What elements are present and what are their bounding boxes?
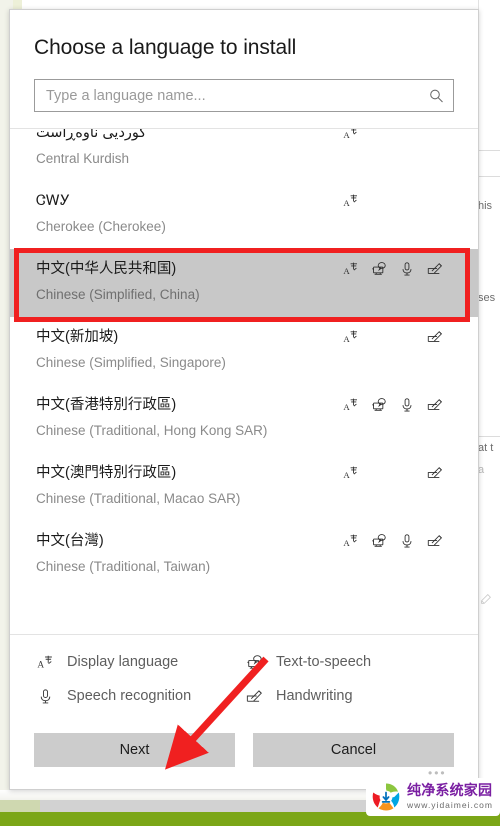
language-feature-icons: A: [342, 188, 454, 210]
svg-text:A: A: [343, 470, 350, 480]
legend-item: Handwriting: [245, 687, 454, 705]
handwriting-icon: [426, 464, 443, 482]
language-english-name: Chinese (Simplified, Singapore): [36, 355, 226, 370]
language-english-name: Cherokee (Cherokee): [36, 219, 166, 234]
background-text-fragment: at t: [478, 442, 494, 454]
language-feature-icons: A: [342, 460, 454, 482]
language-row[interactable]: 中文(中华人民共和国) Chinese (Simplified, China) A: [10, 249, 478, 317]
legend-label: Text-to-speech: [276, 654, 372, 670]
speech-recognition-icon: [398, 532, 415, 550]
language-english-name: Chinese (Traditional, Hong Kong SAR): [36, 423, 268, 438]
next-button[interactable]: Next: [34, 733, 235, 767]
language-native-name: 中文(香港特別行政區): [36, 397, 177, 413]
search-section: [10, 60, 478, 128]
legend-item: Speech recognition: [36, 687, 245, 705]
legend-label: Speech recognition: [67, 688, 192, 704]
language-english-name: Chinese (Traditional, Macao SAR): [36, 491, 241, 506]
language-native-name: 中文(中华人民共和国): [36, 261, 177, 277]
site-watermark: 纯净系统家园 www.yidaimei.com: [366, 778, 500, 816]
language-row[interactable]: 中文(香港特別行政區) Chinese (Traditional, Hong Ko…: [10, 385, 478, 453]
cancel-button[interactable]: Cancel: [253, 733, 454, 767]
legend-item: A Display language: [36, 653, 245, 671]
background-right-column: [478, 0, 500, 790]
text-to-speech-icon: [370, 532, 387, 550]
language-row-texts: کوردیی ناوەڕاست Central Kurdish: [36, 129, 146, 172]
legend-label: Handwriting: [276, 688, 353, 704]
background-handwriting-icon: [480, 592, 493, 608]
language-row-texts: 中文(中华人民共和国) Chinese (Simplified, China): [36, 256, 200, 308]
display-language-icon: A: [342, 464, 359, 482]
search-input[interactable]: [35, 80, 453, 111]
language-native-name: 中文(澳門特別行政區): [36, 465, 177, 481]
background-rule: [479, 176, 500, 177]
background-rule: [479, 436, 500, 437]
handwriting-icon: [426, 396, 443, 414]
legend-label: Display language: [67, 654, 179, 670]
display-language-icon: A: [342, 532, 359, 550]
language-row-texts: 中文(台灣) Chinese (Traditional, Taiwan): [36, 528, 210, 580]
display-language-icon: A: [342, 396, 359, 414]
speech-recognition-icon: [36, 687, 54, 705]
text-to-speech-icon: [370, 396, 387, 414]
language-english-name: Central Kurdish: [36, 151, 130, 166]
window-bottom-left-accent: [0, 800, 40, 812]
language-feature-icons: A: [342, 129, 454, 142]
background-rule: [479, 150, 500, 151]
handwriting-icon: [426, 532, 443, 550]
feature-legend: A Display language Text-to-speech Speech re…: [10, 634, 478, 719]
svg-text:A: A: [343, 538, 350, 548]
svg-text:A: A: [343, 334, 350, 344]
language-list[interactable]: کوردیی ناوەڕاست Central Kurdish A ᏣᎳᎩ Cherok…: [10, 129, 478, 634]
svg-text:A: A: [343, 130, 350, 140]
display-language-icon: A: [342, 192, 359, 210]
speech-recognition-icon: [398, 260, 415, 278]
language-row[interactable]: 中文(澳門特別行政區) Chinese (Traditional, Macao S…: [10, 453, 478, 521]
watermark-logo-icon: [371, 782, 401, 812]
background-text-fragment: his: [478, 200, 493, 212]
display-language-icon: A: [342, 129, 359, 142]
handwriting-icon: [426, 328, 443, 346]
language-row-texts: 中文(澳門特別行政區) Chinese (Traditional, Macao S…: [36, 460, 240, 512]
language-feature-icons: A: [342, 256, 454, 278]
language-english-name: Chinese (Simplified, China): [36, 287, 200, 302]
language-native-name: کوردیی ناوەڕاست: [36, 129, 147, 141]
language-feature-icons: A: [342, 324, 454, 346]
screenshot-root: his ses at t a Choose a language to inst…: [0, 0, 500, 826]
language-feature-icons: A: [342, 392, 454, 414]
watermark-text: 纯净系统家园 www.yidaimei.com: [407, 784, 493, 810]
language-native-name: ᏣᎳᎩ: [36, 193, 70, 209]
language-row-texts: 中文(新加坡) Chinese (Simplified, Singapore): [36, 324, 226, 376]
watermark-site-name: 纯净系统家园: [407, 783, 493, 800]
language-native-name: 中文(新加坡): [36, 329, 119, 345]
speech-recognition-icon: [398, 396, 415, 414]
language-english-name: Chinese (Traditional, Taiwan): [36, 559, 211, 574]
display-language-icon: A: [342, 328, 359, 346]
language-native-name: 中文(台灣): [36, 533, 104, 549]
dialog-title: Choose a language to install: [34, 36, 297, 59]
display-language-icon: A: [342, 260, 359, 278]
language-row-texts: 中文(香港特別行政區) Chinese (Traditional, Hong Ko…: [36, 392, 267, 444]
svg-text:A: A: [343, 402, 350, 412]
language-row[interactable]: 中文(台灣) Chinese (Traditional, Taiwan) A: [10, 521, 478, 589]
choose-language-dialog: Choose a language to install کوردیی ناوە…: [9, 9, 479, 790]
language-row[interactable]: کوردیی ناوەڕاست Central Kurdish A: [10, 129, 478, 181]
search-box[interactable]: [34, 79, 454, 112]
svg-text:A: A: [343, 198, 350, 208]
language-feature-icons: A: [342, 528, 454, 550]
svg-text:A: A: [343, 266, 350, 276]
display-language-icon: A: [36, 653, 54, 671]
handwriting-icon: [245, 687, 263, 705]
search-icon[interactable]: [429, 88, 444, 103]
language-row-texts: ᏣᎳᎩ Cherokee (Cherokee): [36, 188, 166, 240]
language-row[interactable]: 中文(新加坡) Chinese (Simplified, Singapore) A: [10, 317, 478, 385]
language-row[interactable]: ᏣᎳᎩ Cherokee (Cherokee) A: [10, 181, 478, 249]
handwriting-icon: [426, 260, 443, 278]
background-text-fragment: ses: [478, 292, 496, 304]
text-to-speech-icon: [370, 260, 387, 278]
legend-item: Text-to-speech: [245, 653, 454, 671]
svg-text:A: A: [37, 660, 44, 670]
watermark-site-url: www.yidaimei.com: [407, 800, 493, 811]
text-to-speech-icon: [245, 653, 263, 671]
